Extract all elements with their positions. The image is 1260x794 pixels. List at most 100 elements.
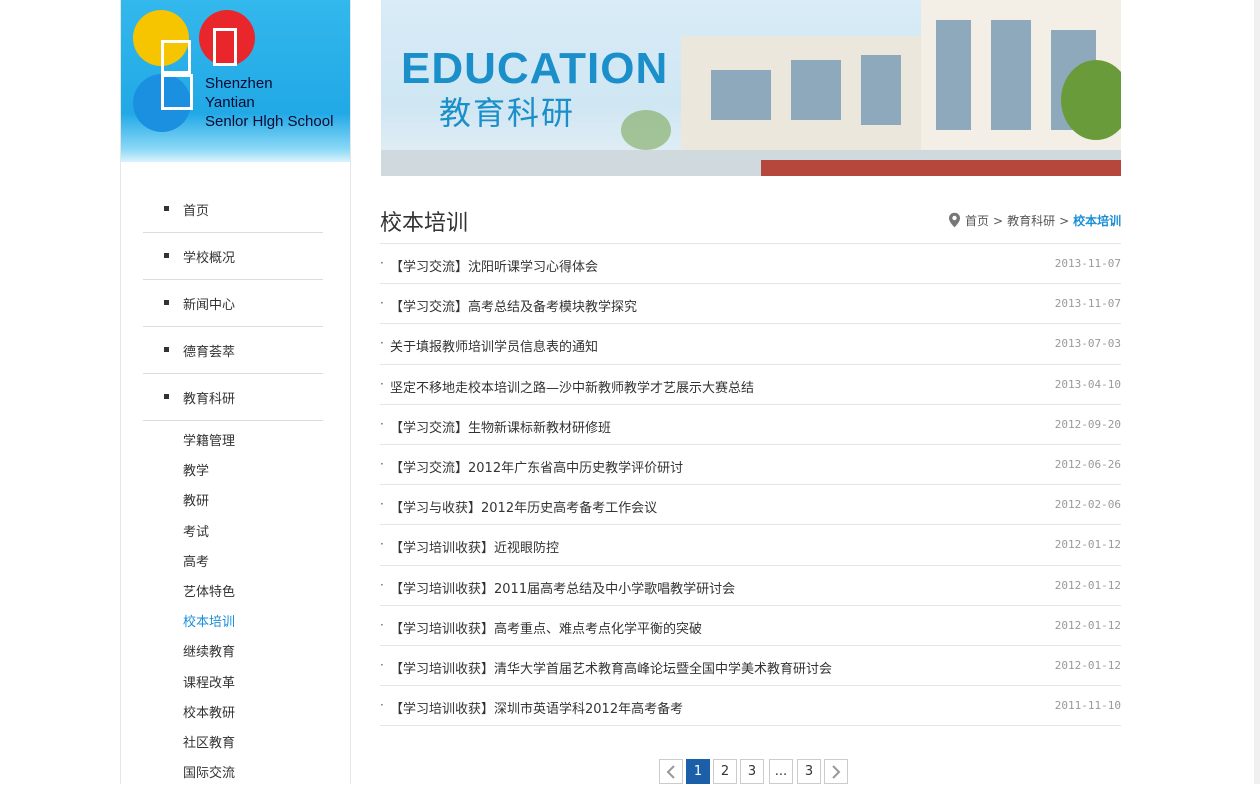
school-logo[interactable]: Shenzhen Yantian Senlor Hlgh School	[121, 0, 350, 162]
nav-item-label: 新闻中心	[183, 298, 236, 313]
list-item[interactable]: · 【学习培训收获】近视眼防控 2012-01-12	[380, 525, 1121, 566]
banner-tree	[621, 110, 671, 150]
page-button-2[interactable]: 2	[713, 759, 737, 784]
square-bullet-icon	[164, 253, 169, 258]
article-title-link[interactable]: 【学习交流】沈阳听课学习心得体会	[390, 256, 598, 275]
banner-window	[991, 20, 1031, 130]
sub-nav-item-school-research[interactable]: 校本教研	[183, 704, 333, 734]
nav-item-news[interactable]: 新闻中心	[143, 280, 323, 327]
list-item[interactable]: · 关于填报教师培训学员信息表的通知 2013-07-03	[380, 324, 1121, 365]
sub-nav-item-gaokao[interactable]: 高考	[183, 553, 333, 583]
page-button-3[interactable]: 3	[740, 759, 764, 784]
logo-square-1	[161, 40, 191, 74]
nav-item-label: 学校概况	[183, 251, 236, 266]
article-title-link[interactable]: 关于填报教师培训学员信息表的通知	[390, 336, 598, 355]
article-title-link[interactable]: 【学习交流】高考总结及备考模块教学探究	[390, 296, 637, 315]
page-button-1[interactable]: 1	[686, 759, 710, 784]
list-item[interactable]: · 【学习交流】高考总结及备考模块教学探究 2013-11-07	[380, 284, 1121, 325]
sub-nav-item-teaching-research[interactable]: 教研	[183, 492, 333, 522]
page-title: 校本培训	[380, 211, 469, 236]
main-nav: 首页 学校概况 新闻中心 德育荟萃 教育科研	[143, 186, 323, 421]
banner-window	[711, 70, 771, 120]
list-item[interactable]: · 【学习交流】生物新课标新教材研修班 2012-09-20	[380, 405, 1121, 445]
banner-window	[936, 20, 971, 130]
list-item[interactable]: · 【学习交流】沈阳听课学习心得体会 2013-11-07	[380, 244, 1121, 285]
article-date: 2012-01-12	[1054, 538, 1121, 552]
square-bullet-icon	[164, 300, 169, 305]
nav-item-label: 教育科研	[183, 392, 236, 407]
list-item[interactable]: · 【学习培训收获】2011届高考总结及中小学歌唱教学研讨会 2012-01-12	[380, 566, 1121, 606]
sub-nav-item-teaching[interactable]: 教学	[183, 462, 333, 492]
breadcrumb-home[interactable]: 首页	[965, 214, 989, 228]
location-pin-icon	[948, 212, 961, 231]
article-title-link[interactable]: 坚定不移地走校本培训之路—沙中新教师教学才艺展示大赛总结	[390, 377, 754, 396]
logo-line-2: Yantian	[205, 94, 255, 111]
sub-nav-item-curriculum-reform[interactable]: 课程改革	[183, 674, 333, 704]
list-item[interactable]: · 坚定不移地走校本培训之路—沙中新教师教学才艺展示大赛总结 2013-04-10	[380, 365, 1121, 405]
banner-image: EDUCATION 教育科研	[381, 0, 1121, 176]
banner-title-en: EDUCATION	[401, 44, 669, 93]
list-item[interactable]: · 【学习与收获】2012年历史高考备考工作会议 2012-02-06	[380, 485, 1121, 526]
article-date: 2012-06-26	[1054, 457, 1121, 471]
list-item[interactable]: · 【学习交流】2012年广东省高中历史教学评价研讨 2012-06-26	[380, 445, 1121, 486]
article-date: 2012-01-12	[1054, 578, 1121, 592]
window-scrollbar[interactable]	[1254, 0, 1260, 784]
list-bullet: ·	[380, 296, 384, 311]
page-ellipsis: ...	[769, 759, 793, 784]
nav-item-home[interactable]: 首页	[143, 186, 323, 233]
article-date: 2013-11-07	[1054, 297, 1121, 311]
article-title-link[interactable]: 【学习交流】生物新课标新教材研修班	[390, 417, 611, 436]
list-bullet: ·	[380, 537, 384, 552]
list-item[interactable]: · 【学习培训收获】清华大学首届艺术教育高峰论坛暨全国中学美术教育研讨会 2012-…	[380, 646, 1121, 687]
sub-nav: 学籍管理 教学 教研 考试 高考 艺体特色 校本培训 继续教育 课程改革 校本教…	[183, 432, 333, 794]
article-date: 2013-04-10	[1054, 377, 1121, 391]
article-title-link[interactable]: 【学习与收获】2012年历史高考备考工作会议	[390, 497, 657, 516]
article-date: 2012-02-06	[1054, 498, 1121, 512]
sub-nav-item-exams[interactable]: 考试	[183, 523, 333, 553]
nav-item-label: 首页	[183, 204, 210, 219]
breadcrumb: 首页 > 教育科研 > 校本培训	[948, 212, 1121, 231]
sub-nav-item-school-training[interactable]: 校本培训	[183, 613, 333, 643]
breadcrumb-separator: >	[1059, 214, 1070, 228]
logo-text: Shenzhen Yantian Senlor Hlgh School	[205, 74, 350, 131]
nav-item-about[interactable]: 学校概况	[143, 233, 323, 280]
article-title-link[interactable]: 【学习交流】2012年广东省高中历史教学评价研讨	[390, 457, 683, 476]
prev-page-button[interactable]	[659, 759, 683, 784]
logo-square-3	[161, 74, 193, 110]
nav-item-moral[interactable]: 德育荟萃	[143, 327, 323, 374]
article-date: 2012-01-12	[1054, 618, 1121, 632]
article-title-link[interactable]: 【学习培训收获】2011届高考总结及中小学歌唱教学研讨会	[390, 578, 735, 597]
list-bullet: ·	[380, 577, 384, 592]
banner-window	[861, 55, 901, 125]
list-bullet: ·	[380, 657, 384, 672]
breadcrumb-section[interactable]: 教育科研	[1007, 214, 1055, 228]
logo-line-1: Shenzhen	[205, 75, 273, 92]
sub-nav-item-international[interactable]: 国际交流	[183, 764, 333, 794]
article-title-link[interactable]: 【学习培训收获】近视眼防控	[390, 537, 559, 556]
list-bullet: ·	[380, 416, 384, 431]
list-bullet: ·	[380, 376, 384, 391]
list-bullet: ·	[380, 497, 384, 512]
list-bullet: ·	[380, 698, 384, 713]
banner-title-cn: 教育科研	[439, 94, 576, 132]
banner-window	[791, 60, 841, 120]
sub-nav-item-enrollment[interactable]: 学籍管理	[183, 432, 333, 462]
page-button-last[interactable]: 3	[797, 759, 821, 784]
article-date: 2013-11-07	[1054, 257, 1121, 270]
list-bullet: ·	[380, 256, 384, 270]
sub-nav-item-community-education[interactable]: 社区教育	[183, 734, 333, 764]
chevron-right-icon	[831, 765, 841, 783]
list-item[interactable]: · 【学习培训收获】深圳市英语学科2012年高考备考 2011-11-10	[380, 686, 1121, 727]
sub-nav-item-arts-sports[interactable]: 艺体特色	[183, 583, 333, 613]
article-date: 2011-11-10	[1054, 699, 1121, 713]
sub-nav-item-continuing-education[interactable]: 继续教育	[183, 643, 333, 673]
next-page-button[interactable]	[824, 759, 848, 784]
article-title-link[interactable]: 【学习培训收获】高考重点、难点考点化学平衡的突破	[390, 618, 702, 637]
nav-item-research[interactable]: 教育科研	[143, 374, 323, 421]
article-title-link[interactable]: 【学习培训收获】深圳市英语学科2012年高考备考	[390, 698, 683, 717]
article-date: 2012-09-20	[1054, 417, 1121, 431]
list-item[interactable]: · 【学习培训收获】高考重点、难点考点化学平衡的突破 2012-01-12	[380, 606, 1121, 646]
sidebar: Shenzhen Yantian Senlor Hlgh School 首页 学…	[120, 0, 351, 784]
article-title-link[interactable]: 【学习培训收获】清华大学首届艺术教育高峰论坛暨全国中学美术教育研讨会	[390, 658, 832, 677]
list-bullet: ·	[380, 456, 384, 471]
